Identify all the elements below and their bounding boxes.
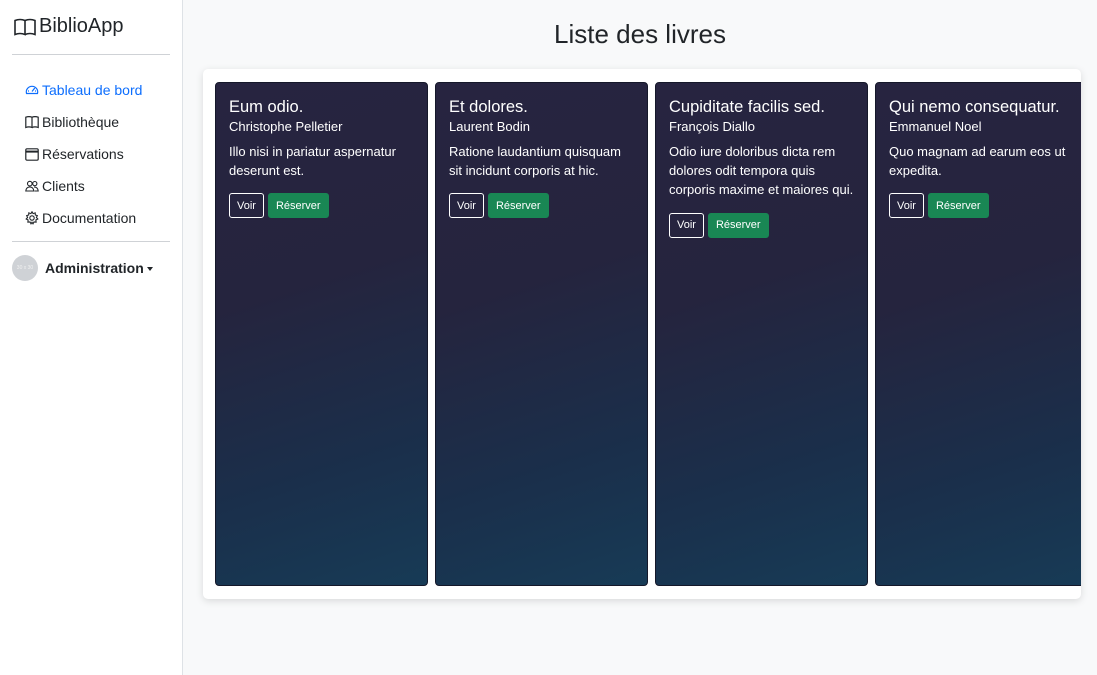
- sidebar-item-label: Réservations: [42, 146, 124, 162]
- admin-label: Administration: [45, 260, 144, 276]
- book-title: Cupiditate facilis sed.: [669, 98, 825, 116]
- sidebar-nav: Tableau de bord Bibliothèque Réservation…: [25, 74, 142, 234]
- view-button[interactable]: Voir: [669, 212, 704, 238]
- speedometer-icon: [25, 85, 39, 95]
- reserve-button[interactable]: Réserver: [267, 193, 329, 219]
- book-icon: [25, 116, 39, 129]
- card-actions: Voir Réserver: [889, 193, 1074, 219]
- view-button[interactable]: Voir: [889, 193, 924, 219]
- card-actions: Voir Réserver: [229, 193, 414, 219]
- calendar-icon: [25, 148, 39, 161]
- book-title: Et dolores.: [449, 98, 528, 116]
- book-card: Qui nemo consequatur. Emmanuel Noel Quo …: [875, 82, 1081, 586]
- book-cards: Eum odio. Christophe Pelletier Illo nisi…: [215, 82, 1081, 586]
- gear-icon: [25, 211, 39, 225]
- sidebar-item-dashboard[interactable]: Tableau de bord: [25, 74, 142, 106]
- book-card: Eum odio. Christophe Pelletier Illo nisi…: [215, 82, 428, 586]
- sidebar-item-label: Clients: [42, 178, 85, 194]
- card-actions: Voir Réserver: [669, 212, 854, 238]
- sidebar-item-label: Documentation: [42, 210, 137, 226]
- book-title: Qui nemo consequatur.: [889, 98, 1060, 116]
- caret-down-icon: [146, 267, 153, 271]
- sidebar-divider: [12, 54, 170, 55]
- sidebar-item-clients[interactable]: Clients: [25, 170, 142, 202]
- avatar: 30 x 30: [12, 255, 38, 281]
- brand[interactable]: BiblioApp: [14, 15, 124, 38]
- book-icon: [14, 18, 36, 36]
- sidebar-item-label: Bibliothèque: [42, 114, 120, 130]
- brand-name: BiblioApp: [39, 15, 124, 37]
- book-author: François Diallo: [669, 119, 755, 134]
- reserve-button[interactable]: Réserver: [927, 193, 989, 219]
- book-card: Et dolores. Laurent Bodin Ratione laudan…: [435, 82, 648, 586]
- view-button[interactable]: Voir: [229, 193, 264, 219]
- sidebar-divider: [12, 241, 170, 242]
- people-icon: [25, 180, 39, 192]
- reserve-button[interactable]: Réserver: [707, 212, 769, 238]
- sidebar-item-label: Tableau de bord: [42, 82, 143, 98]
- book-description: Odio iure doloribus dicta rem dolores od…: [669, 144, 854, 198]
- admin-dropdown[interactable]: 30 x 30 Administration: [12, 255, 153, 281]
- book-list-panel: Eum odio. Christophe Pelletier Illo nisi…: [203, 69, 1081, 599]
- book-author: Emmanuel Noel: [889, 119, 982, 134]
- book-description: Ratione laudantium quisquam sit incidunt…: [449, 144, 621, 179]
- sidebar-item-library[interactable]: Bibliothèque: [25, 106, 142, 138]
- book-title: Eum odio.: [229, 98, 304, 116]
- book-description: Illo nisi in pariatur aspernatur deserun…: [229, 144, 396, 179]
- reserve-button[interactable]: Réserver: [487, 193, 549, 219]
- book-author: Christophe Pelletier: [229, 119, 343, 134]
- sidebar-item-documentation[interactable]: Documentation: [25, 202, 142, 234]
- sidebar: BiblioApp Tableau de bord Bibliothèque R…: [0, 0, 183, 675]
- sidebar-item-reservations[interactable]: Réservations: [25, 138, 142, 170]
- book-author: Laurent Bodin: [449, 119, 530, 134]
- page-title: Liste des livres: [554, 19, 726, 49]
- book-card: Cupiditate facilis sed. François Diallo …: [655, 82, 868, 586]
- view-button[interactable]: Voir: [449, 193, 484, 219]
- card-actions: Voir Réserver: [449, 193, 634, 219]
- book-description: Quo magnam ad earum eos ut expedita.: [889, 144, 1066, 179]
